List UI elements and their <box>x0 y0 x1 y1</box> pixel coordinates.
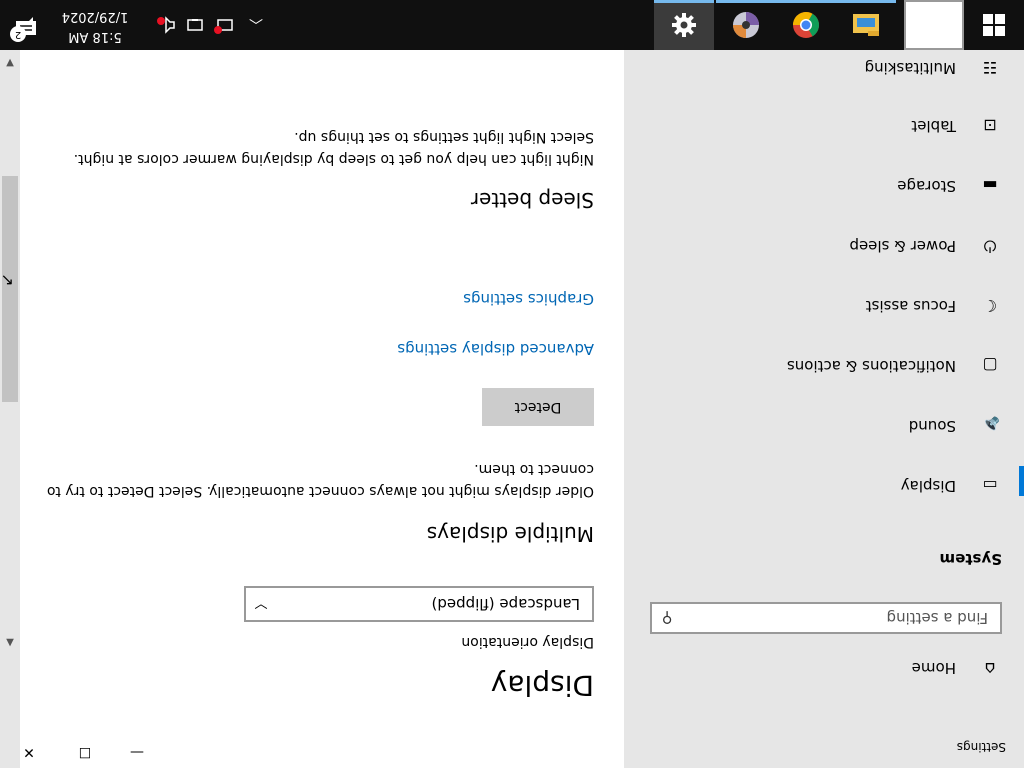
sidebar-item-label: Focus assist <box>865 297 956 315</box>
app-running-indicator <box>654 0 714 3</box>
clock-date: 1/29/2024 <box>61 9 129 24</box>
nav-home-label: Home <box>911 659 956 677</box>
sidebar-item-label: Display <box>900 477 956 495</box>
action-center-button[interactable]: 2 <box>8 8 44 44</box>
file-explorer-icon <box>853 14 879 36</box>
search-icon <box>922 13 946 37</box>
window-title: Settings <box>956 740 1006 754</box>
orientation-label: Display orientation <box>461 634 594 650</box>
volume-muted-icon[interactable] <box>154 0 178 50</box>
settings-sidebar: Settings ⌂ Home ⚲ System ▭ Display 🔈 Sou… <box>624 50 1024 768</box>
show-hidden-icons-chevron-up-icon[interactable]: ︿ <box>244 0 268 50</box>
multiple-displays-heading: Multiple displays <box>426 522 594 546</box>
sidebar-item-multitasking[interactable]: ☷ Multitasking <box>624 46 1024 90</box>
chrome-icon <box>792 11 820 38</box>
notification-icon: ▢ <box>982 356 998 376</box>
sidebar-item-focus-assist[interactable]: ☾ Focus assist <box>624 284 1024 328</box>
screen: Settings ⌂ Home ⚲ System ▭ Display 🔈 Sou… <box>0 0 1024 768</box>
monitor-icon: ▭ <box>982 476 998 496</box>
sidebar-item-label: Sound <box>908 417 956 435</box>
minimize-button[interactable]: — <box>114 736 160 768</box>
detect-button[interactable]: Detect <box>482 388 594 426</box>
sidebar-item-display[interactable]: ▭ Display <box>624 464 1024 508</box>
sleep-better-heading: Sleep better <box>470 188 594 212</box>
search-icon[interactable]: ⚲ <box>652 609 682 627</box>
sidebar-item-tablet[interactable]: ⊡ Tablet <box>624 104 1024 148</box>
app-running-indicator <box>776 0 836 3</box>
taskbar-chrome[interactable] <box>776 0 836 50</box>
network-disconnected-icon[interactable] <box>212 0 236 50</box>
sidebar-item-label: Power & sleep <box>849 237 956 255</box>
nav-home[interactable]: ⌂ Home <box>624 648 1024 688</box>
sidebar-item-sound[interactable]: 🔈 Sound <box>624 404 1024 448</box>
display-settings-page: Display Display orientation Landscape (f… <box>20 50 624 768</box>
sidebar-item-power-sleep[interactable]: ⏻ Power & sleep <box>624 224 1024 268</box>
multitasking-icon: ☷ <box>982 58 998 78</box>
speaker-icon: 🔈 <box>980 416 1000 436</box>
orientation-value: Landscape (flipped) <box>431 595 580 613</box>
windows-logo-icon <box>983 14 1005 36</box>
home-icon: ⌂ <box>984 658 996 678</box>
sidebar-item-label: Multitasking <box>864 59 956 77</box>
sidebar-item-storage[interactable]: ▬ Storage <box>624 164 1024 208</box>
taskbar-search-button[interactable] <box>904 0 964 50</box>
scroll-up-arrow-icon[interactable]: ▲ <box>0 634 20 648</box>
search-box[interactable]: ⚲ <box>650 602 1002 634</box>
taskbar-clock[interactable]: 5:18 AM 1/29/2024 <box>52 6 138 46</box>
taskbar-file-explorer[interactable] <box>836 0 896 50</box>
settings-window: Settings ⌂ Home ⚲ System ▭ Display 🔈 Sou… <box>0 50 1024 768</box>
display-network-icon[interactable] <box>182 0 206 50</box>
advanced-display-settings-link[interactable]: Advanced display settings <box>397 340 594 358</box>
taskbar-media-player[interactable] <box>716 0 776 50</box>
moon-icon: ☾ <box>982 296 998 316</box>
app-running-indicator <box>716 0 776 3</box>
page-title: Display <box>490 669 594 702</box>
vertical-scrollbar[interactable] <box>0 50 20 768</box>
sidebar-item-label: Notifications & actions <box>786 357 956 375</box>
tablet-icon: ⊡ <box>983 116 997 136</box>
sidebar-item-label: Tablet <box>911 117 956 135</box>
section-header-system: System <box>939 550 1002 568</box>
storage-icon: ▬ <box>982 176 998 196</box>
notification-count-badge: 2 <box>10 26 26 42</box>
start-button[interactable] <box>964 0 1024 50</box>
sidebar-item-label: Storage <box>897 177 956 195</box>
settings-gear-icon <box>672 13 696 37</box>
power-icon: ⏻ <box>983 237 997 256</box>
sidebar-item-notifications[interactable]: ▢ Notifications & actions <box>624 344 1024 388</box>
chevron-down-icon: ﹀ <box>254 594 268 610</box>
app-running-indicator <box>836 0 896 3</box>
media-player-icon <box>733 12 759 38</box>
clock-time: 5:18 AM <box>68 29 122 44</box>
taskbar: ︿ 5:18 AM 1/29/2024 2 <box>0 0 1024 50</box>
maximize-button[interactable]: ☐ <box>62 736 108 768</box>
close-button[interactable]: ✕ <box>6 736 52 768</box>
mouse-cursor-icon: ↖ <box>0 271 14 290</box>
scroll-down-arrow-icon[interactable]: ▼ <box>0 54 20 68</box>
taskbar-settings[interactable] <box>654 0 714 50</box>
search-input[interactable] <box>682 608 990 628</box>
orientation-dropdown[interactable]: Landscape (flipped) ﹀ <box>244 586 594 622</box>
multiple-displays-description: Older displays might not always connect … <box>46 461 594 499</box>
graphics-settings-link[interactable]: Graphics settings <box>463 290 594 308</box>
sleep-better-description: Night light can help you get to sleep by… <box>73 129 594 167</box>
